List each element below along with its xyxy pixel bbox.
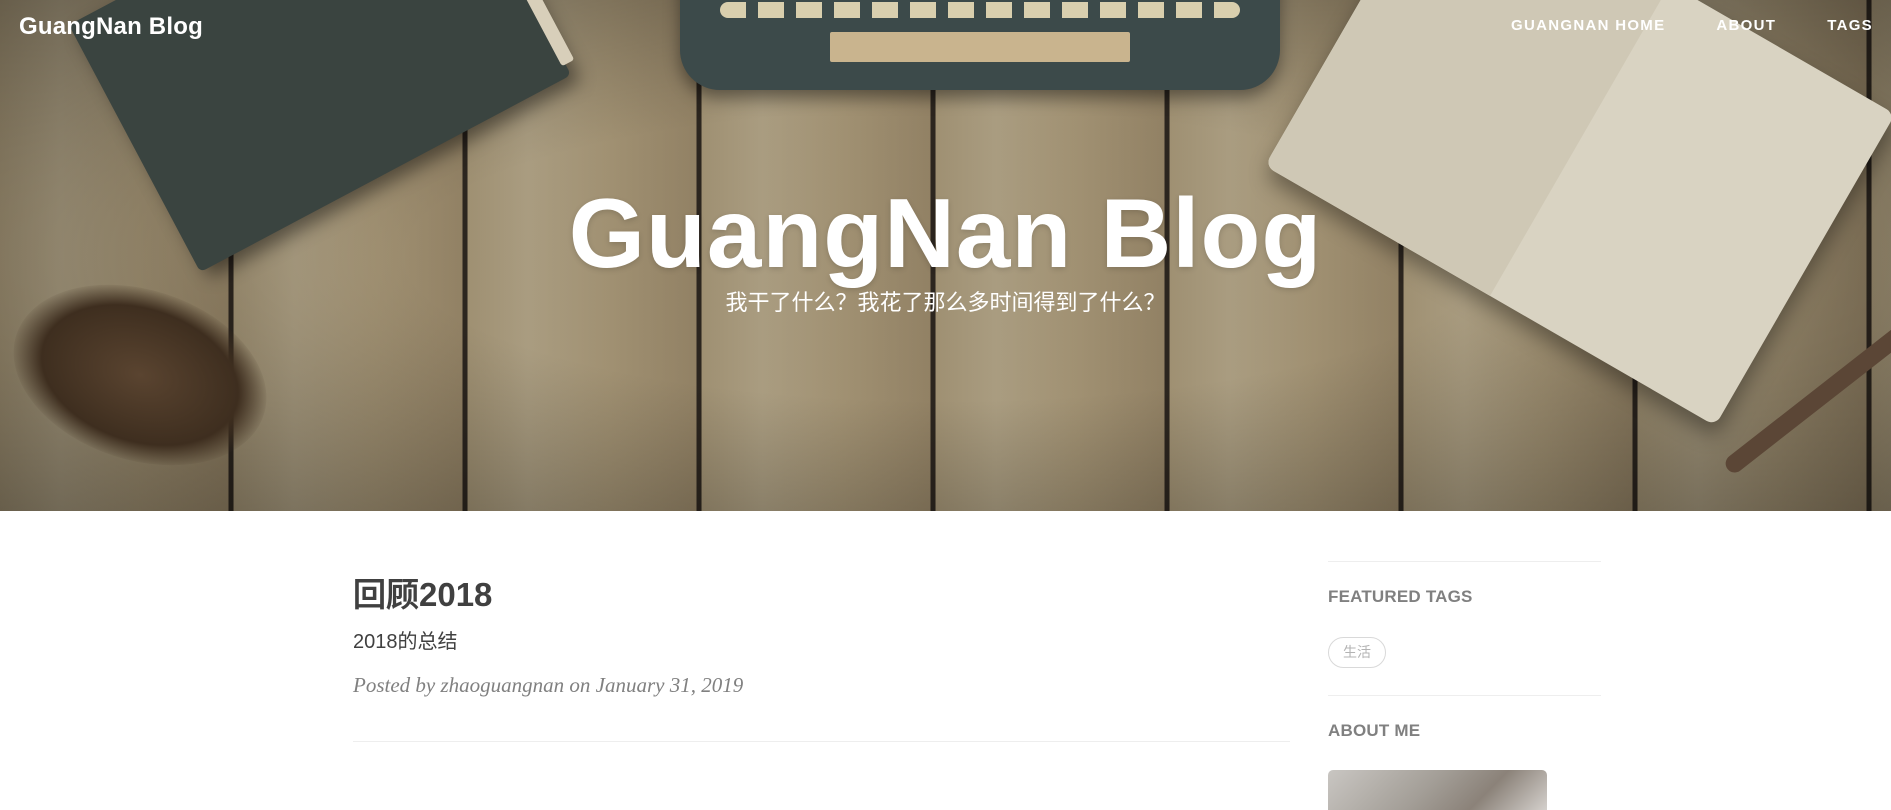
avatar <box>1328 770 1547 810</box>
site-subtitle: 我干了什么？我花了那么多时间得到了什么？ <box>725 290 1166 315</box>
sidebar-divider <box>1328 561 1601 562</box>
tag-pill[interactable]: 生活 <box>1328 637 1386 668</box>
about-me-heading: ABOUT ME <box>1328 721 1421 740</box>
brand-link[interactable]: GuangNan Blog <box>19 13 203 41</box>
hero-header: GuangNan Blog GUANGNAN HOME ABOUT TAGS G… <box>0 0 1891 511</box>
post-divider <box>353 741 1290 742</box>
post-subtitle[interactable]: 2018的总结 <box>353 629 458 655</box>
nav-link-tags[interactable]: TAGS <box>1827 17 1873 34</box>
site-heading: GuangNan Blog 我干了什么？我花了那么多时间得到了什么？ <box>0 178 1891 318</box>
sidebar-divider <box>1328 695 1601 696</box>
post-meta: Posted by zhaoguangnan on January 31, 20… <box>353 673 744 697</box>
nav-links: GUANGNAN HOME ABOUT TAGS <box>1460 17 1873 34</box>
navbar: GuangNan Blog GUANGNAN HOME ABOUT TAGS <box>0 0 1891 54</box>
post-title-link[interactable]: 回顾2018 <box>353 575 492 615</box>
featured-tags-heading: FEATURED TAGS <box>1328 587 1473 606</box>
main-content: 回顾2018 2018的总结 Posted by zhaoguangnan on… <box>0 511 1891 810</box>
nav-link-home[interactable]: GUANGNAN HOME <box>1511 17 1665 34</box>
site-title: GuangNan Blog <box>568 178 1323 288</box>
nav-link-about[interactable]: ABOUT <box>1716 17 1776 34</box>
